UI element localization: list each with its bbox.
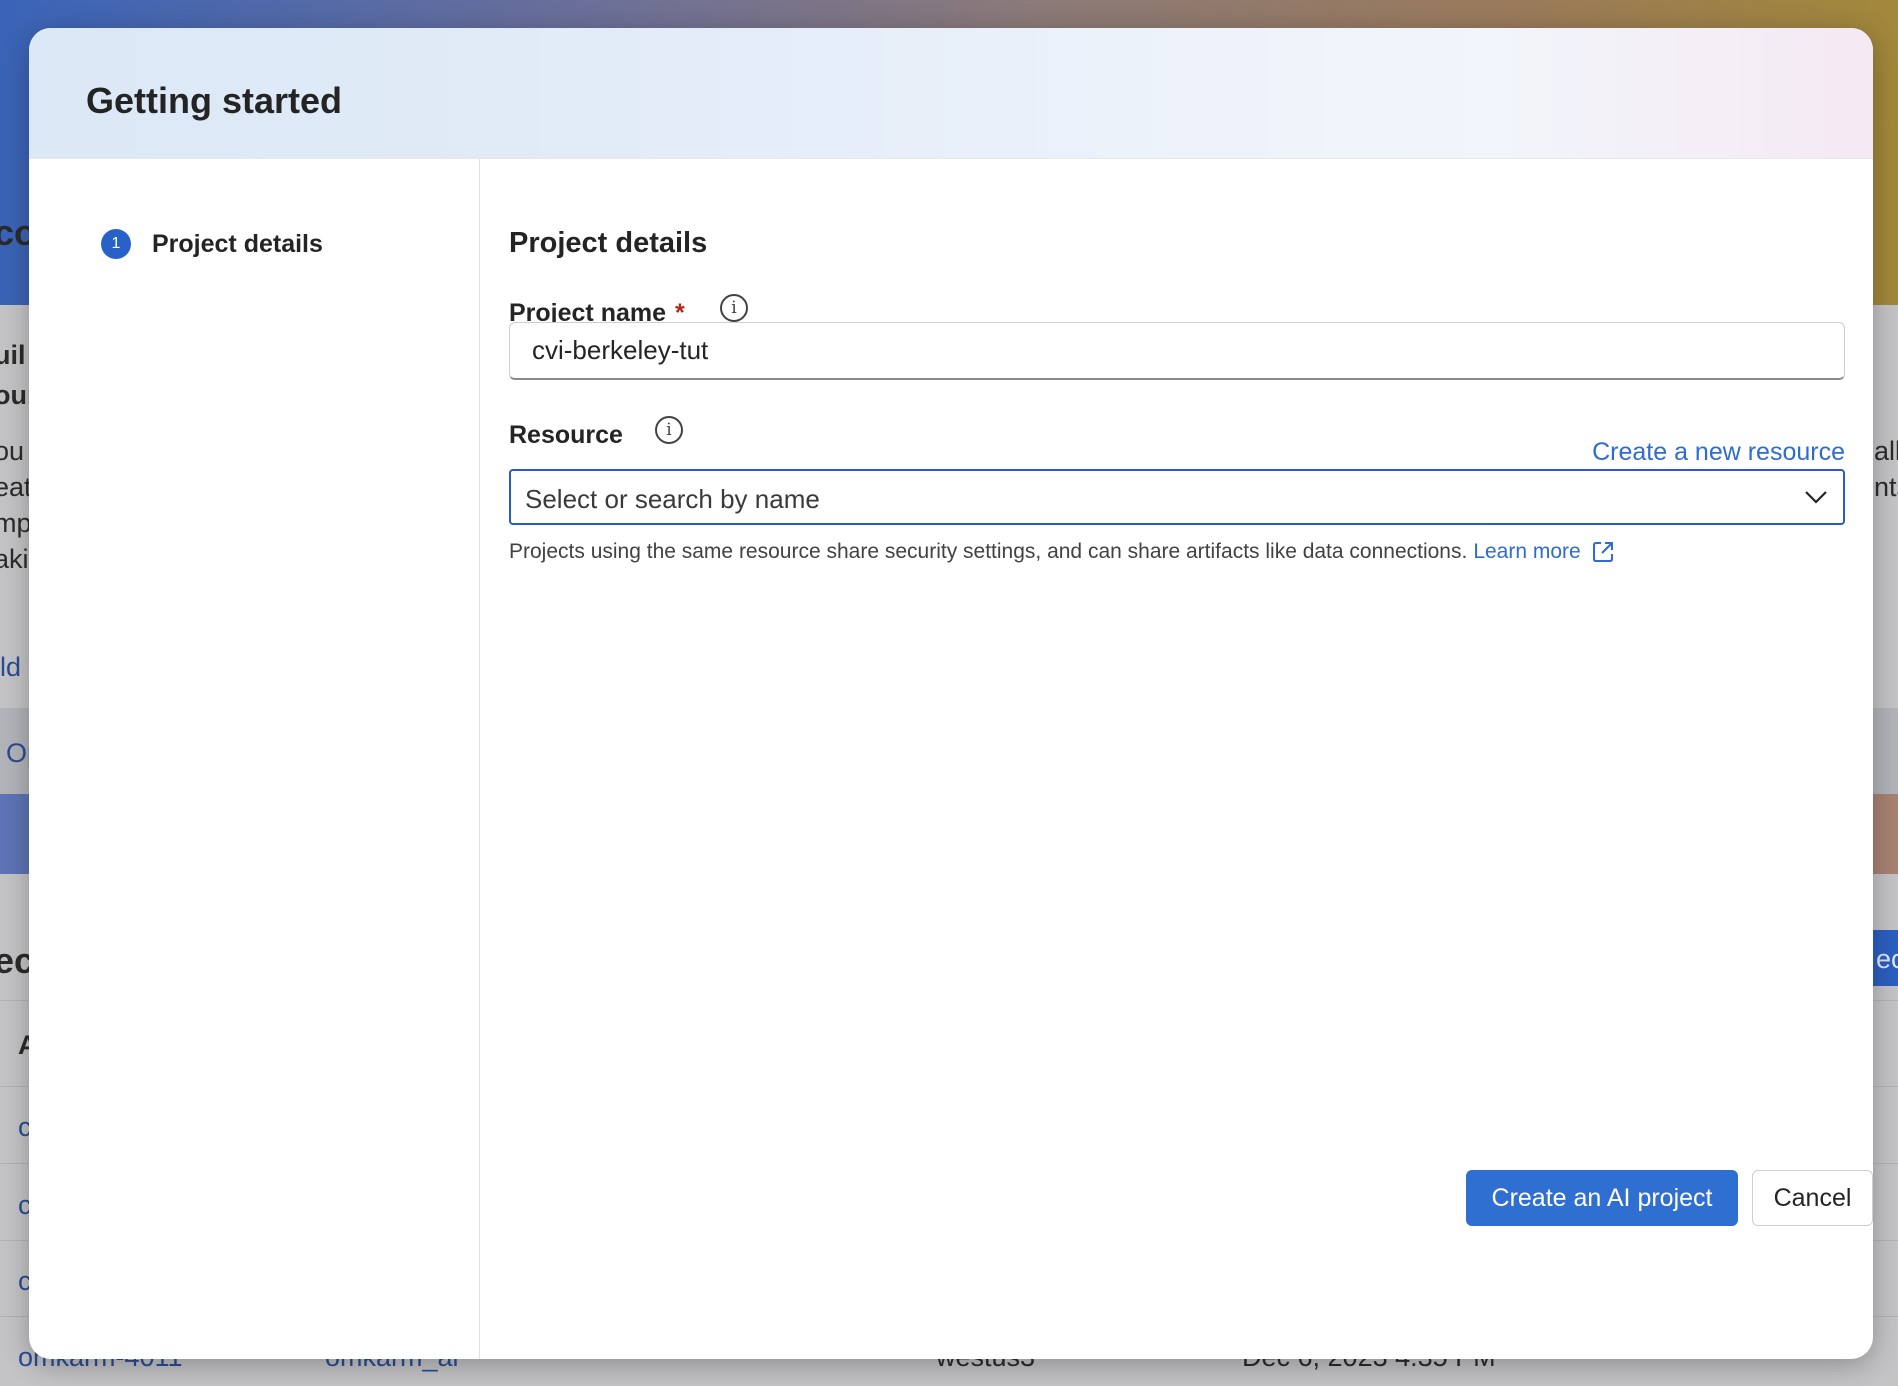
background-text: uil — [0, 340, 26, 370]
cancel-button[interactable]: Cancel — [1752, 1170, 1873, 1226]
getting-started-dialog: Getting started 1 Project details Projec… — [29, 28, 1873, 1359]
info-icon[interactable]: i — [720, 294, 748, 322]
step-label-project-details[interactable]: Project details — [152, 230, 323, 259]
external-link-icon[interactable] — [1591, 540, 1615, 564]
resource-label: Resource — [509, 421, 623, 450]
create-new-resource-link[interactable]: Create a new resource — [1592, 438, 1845, 467]
learn-more-link[interactable]: Learn more — [1473, 540, 1580, 564]
background-text: ou — [0, 436, 25, 466]
section-title: Project details — [509, 227, 708, 259]
resource-select[interactable]: Select or search by name — [509, 469, 1845, 525]
background-text: mp — [0, 508, 32, 538]
form-pane: Project details Project name * i Resourc… — [509, 159, 1873, 1359]
dialog-title: Getting started — [86, 80, 343, 121]
background-text: aki — [0, 544, 29, 574]
background-text: eat — [0, 472, 32, 502]
background-link: ild — [0, 652, 22, 682]
project-name-input[interactable] — [509, 322, 1845, 380]
chevron-down-icon — [1805, 491, 1827, 504]
helper-text: Projects using the same resource share s… — [509, 540, 1468, 563]
resource-label-text: Resource — [509, 421, 623, 449]
info-icon[interactable]: i — [655, 416, 683, 444]
resource-helper-text: Projects using the same resource share s… — [509, 540, 1615, 564]
background-text: ect — [1876, 944, 1898, 974]
background-text: nts — [1874, 472, 1898, 502]
resource-select-placeholder: Select or search by name — [525, 484, 820, 514]
create-ai-project-button[interactable]: Create an AI project — [1466, 1170, 1738, 1226]
background-text: alle — [1874, 436, 1898, 466]
dialog-header: Getting started — [29, 28, 1873, 159]
steps-sidebar: 1 Project details — [29, 159, 480, 1359]
step-number-badge: 1 — [101, 229, 131, 259]
